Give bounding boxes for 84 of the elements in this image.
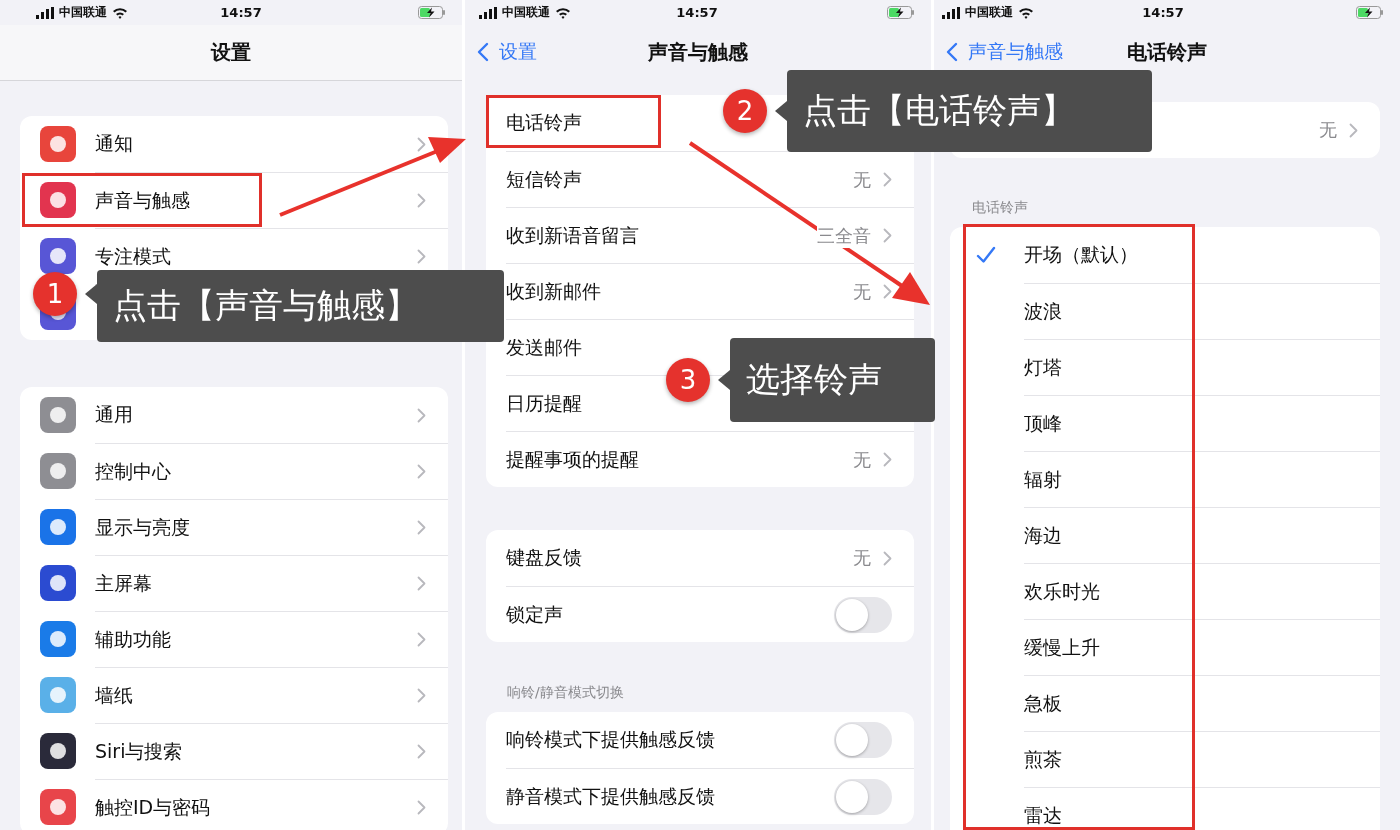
setting-label[interactable]: 通用 xyxy=(95,402,133,428)
nav-title: 电话铃声 xyxy=(1127,39,1207,66)
setting-value: 三全音 xyxy=(817,223,871,248)
setting-label[interactable]: 短信铃声 xyxy=(506,166,582,193)
setting-label[interactable]: 收到新语音留言 xyxy=(506,222,639,249)
back-chevron-icon xyxy=(477,42,489,62)
back-link[interactable]: 设置 xyxy=(477,39,537,65)
setting-label[interactable]: 收到新邮件 xyxy=(506,278,601,305)
ringtone-option[interactable]: 波浪 xyxy=(1024,298,1062,325)
setting-label[interactable]: 日历提醒 xyxy=(506,390,582,417)
carrier-name: 中国联通 xyxy=(965,4,1013,21)
back-link[interactable]: 声音与触感 xyxy=(946,39,1063,65)
ringtone-option[interactable]: 缓慢上升 xyxy=(1024,634,1100,661)
ringtone-option[interactable]: 煎茶 xyxy=(1024,746,1062,773)
signal-icon xyxy=(479,6,497,19)
setting-label[interactable]: 控制中心 xyxy=(95,458,171,485)
carrier-name: 中国联通 xyxy=(59,4,107,21)
setting-label[interactable]: 显示与亮度 xyxy=(95,514,190,541)
battery-icon xyxy=(887,6,915,19)
ringtone-option[interactable]: 开场（默认） xyxy=(1024,242,1138,268)
chevron-icon xyxy=(883,228,892,243)
wifi-icon xyxy=(1018,6,1034,19)
setting-label[interactable]: 键盘反馈 xyxy=(506,545,582,571)
chevron-icon xyxy=(417,407,426,423)
ringtone-option[interactable]: 欢乐时光 xyxy=(1024,578,1100,605)
setting-label[interactable]: 专注模式 xyxy=(95,243,171,270)
chevron-icon xyxy=(417,193,426,208)
callout-pointer xyxy=(718,370,730,390)
nav-title: 声音与触感 xyxy=(648,39,748,66)
setting-label[interactable]: 声音与触感 xyxy=(95,187,190,214)
callout: 选择铃声 xyxy=(730,338,935,422)
section-header: 响铃/静音模式切换 xyxy=(507,683,625,702)
back-chevron-icon xyxy=(946,42,958,62)
ringtone-option[interactable]: 辐射 xyxy=(1024,466,1062,493)
callout: 点击【声音与触感】 xyxy=(97,270,504,342)
chevron-icon xyxy=(417,688,426,703)
status-time: 14:57 xyxy=(1142,5,1184,20)
signal-icon xyxy=(942,6,960,19)
toggle-switch[interactable] xyxy=(834,722,892,758)
setting-label[interactable]: 电话铃声 xyxy=(506,110,582,136)
chevron-icon xyxy=(417,744,426,759)
section-header: 电话铃声 xyxy=(972,198,1029,217)
chevron-icon xyxy=(417,576,426,591)
ringtone-option[interactable]: 雷达 xyxy=(1024,802,1062,829)
setting-label[interactable]: Siri与搜索 xyxy=(95,738,183,765)
signal-icon xyxy=(36,6,54,19)
chevron-icon xyxy=(883,172,892,187)
chevron-icon xyxy=(417,136,426,152)
ringtone-option[interactable]: 顶峰 xyxy=(1024,410,1062,437)
toggle-switch[interactable] xyxy=(834,778,892,815)
setting-label[interactable]: 提醒事项的提醒 xyxy=(506,446,639,473)
callout-pointer xyxy=(85,284,97,304)
nav-title: 设置 xyxy=(211,39,251,66)
ringtone-option[interactable]: 海边 xyxy=(1024,522,1062,549)
setting-label[interactable]: 辅助功能 xyxy=(95,626,171,653)
wifi-icon xyxy=(555,6,571,19)
ringtone-option[interactable]: 灯塔 xyxy=(1024,354,1062,381)
status-time: 14:57 xyxy=(220,5,262,20)
chevron-icon xyxy=(883,550,892,566)
setting-label: 响铃模式下提供触感反馈 xyxy=(506,727,715,752)
chevron-icon xyxy=(883,284,892,299)
status-time: 14:57 xyxy=(676,5,718,20)
ringtone-option[interactable]: 急板 xyxy=(1024,690,1062,717)
battery-icon xyxy=(1356,6,1384,19)
callout: 点击【电话铃声】 xyxy=(787,70,1152,152)
setting-label: 静音模式下提供触感反馈 xyxy=(506,783,715,809)
wifi-icon xyxy=(112,6,128,19)
chevron-icon xyxy=(1349,122,1358,138)
chevron-icon xyxy=(883,452,892,467)
setting-label[interactable]: 触控ID与密码 xyxy=(95,794,211,821)
chevron-icon xyxy=(417,800,426,815)
setting-label[interactable]: 通知 xyxy=(95,131,133,157)
carrier-name: 中国联通 xyxy=(502,4,550,21)
battery-icon xyxy=(418,6,446,19)
setting-label[interactable]: 发送邮件 xyxy=(506,334,582,361)
chevron-icon xyxy=(417,464,426,479)
chevron-icon xyxy=(417,632,426,647)
toggle-switch[interactable] xyxy=(834,596,892,633)
setting-label[interactable]: 墙纸 xyxy=(95,682,133,709)
chevron-icon xyxy=(417,520,426,535)
chevron-icon xyxy=(417,249,426,264)
setting-label[interactable]: 主屏幕 xyxy=(95,570,152,597)
callout-pointer xyxy=(775,101,787,121)
setting-label: 锁定声 xyxy=(506,601,563,627)
